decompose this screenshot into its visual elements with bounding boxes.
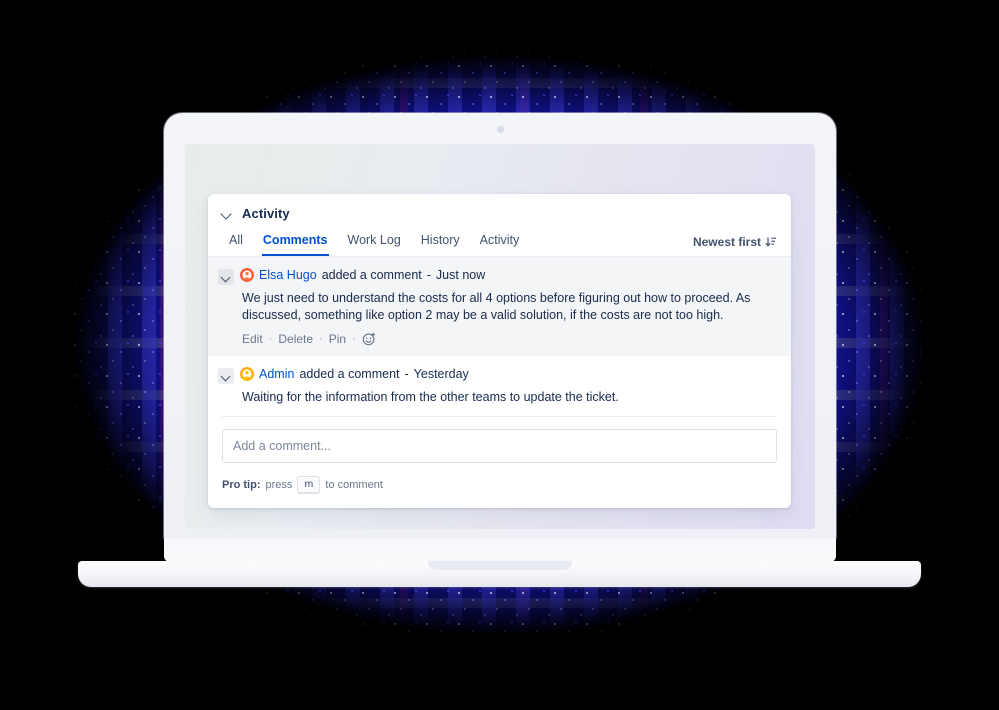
sort-order-label: Newest first — [692, 235, 761, 249]
laptop-lid-foot — [164, 538, 836, 562]
chevron-down-icon[interactable] — [220, 207, 234, 221]
tab-comments[interactable]: Comments — [261, 227, 329, 256]
tab-work-log[interactable]: Work Log — [347, 227, 402, 256]
comment-input[interactable] — [222, 428, 777, 463]
comment-actions: Edit · Delete · Pin · — [240, 332, 777, 346]
comment-timestamp: Just now — [435, 268, 486, 282]
activity-panel: Activity All Comments Work Log History A… — [208, 194, 791, 508]
comment-action: added a comment — [299, 367, 400, 381]
activity-panel-header[interactable]: Activity — [208, 194, 791, 227]
pin-comment-button[interactable]: Pin — [329, 332, 346, 346]
laptop-screen: Activity All Comments Work Log History A… — [185, 144, 815, 529]
action-separator: · — [319, 333, 323, 345]
tabs-bar: All Comments Work Log History Activity N… — [208, 227, 791, 257]
comment-meta: Elsa Hugo added a comment - Just now — [240, 267, 777, 283]
comment-body: We just need to understand the costs for… — [242, 291, 751, 322]
collapse-comment-icon[interactable] — [218, 269, 234, 285]
tab-list: All Comments Work Log History Activity — [228, 227, 520, 256]
comment-body: Waiting for the information from the oth… — [242, 390, 619, 404]
comment-composer — [208, 417, 791, 467]
comment-separator: - — [404, 367, 409, 381]
laptop-base-notch — [427, 561, 572, 570]
avatar — [240, 367, 254, 381]
pro-tip-suffix: to comment — [325, 478, 383, 491]
comment-meta: Admin added a comment - Yesterday — [240, 366, 777, 382]
comment-separator: - — [426, 268, 431, 282]
sort-order-button[interactable]: Newest first — [693, 235, 777, 256]
collapse-comment-icon[interactable] — [218, 368, 234, 384]
comment-item: Admin added a comment - Yesterday Waitin… — [208, 356, 791, 416]
keyboard-key-m: m — [297, 475, 321, 494]
pro-tip-press: press — [265, 478, 293, 491]
comment-item: Elsa Hugo added a comment - Just now We … — [208, 257, 791, 356]
action-separator: · — [268, 333, 273, 345]
tab-history[interactable]: History — [420, 227, 461, 256]
screenshot-stage: Activity All Comments Work Log History A… — [0, 0, 999, 710]
sort-descending-icon — [765, 236, 777, 248]
comment-timestamp: Yesterday — [413, 367, 469, 381]
laptop-base — [78, 561, 921, 587]
tab-all[interactable]: All — [228, 227, 244, 256]
edit-comment-button[interactable]: Edit — [242, 332, 263, 346]
pro-tip-label: Pro tip: — [222, 478, 261, 491]
tab-activity[interactable]: Activity — [479, 227, 521, 256]
delete-comment-button[interactable]: Delete — [278, 332, 313, 346]
avatar — [240, 268, 254, 282]
page-title: Activity — [242, 206, 290, 221]
comment-author[interactable]: Elsa Hugo — [259, 267, 317, 283]
laptop-lid: Activity All Comments Work Log History A… — [164, 113, 836, 541]
add-reaction-icon[interactable] — [362, 332, 376, 346]
comment-author[interactable]: Admin — [259, 366, 294, 382]
webcam-icon — [496, 126, 504, 133]
pro-tip-hint: Pro tip: press m to comment — [208, 467, 791, 508]
laptop-mockup: Activity All Comments Work Log History A… — [0, 0, 999, 710]
comment-action: added a comment — [321, 268, 422, 282]
action-separator: · — [352, 333, 356, 345]
